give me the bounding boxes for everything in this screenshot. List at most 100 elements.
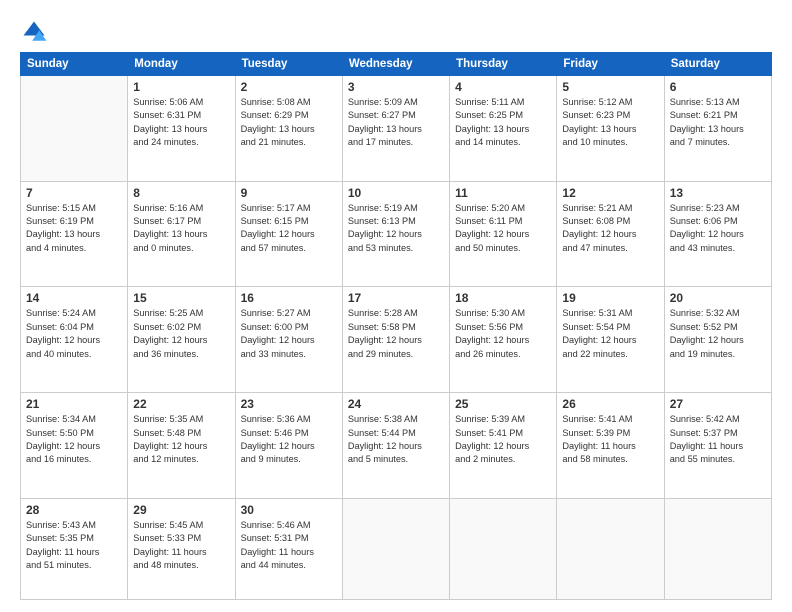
day-number: 28: [26, 503, 122, 517]
day-number: 16: [241, 291, 337, 305]
calendar-cell: 4 Sunrise: 5:11 AM Sunset: 6:25 PM Daylig…: [450, 76, 557, 182]
day-info: Sunrise: 5:25 AM Sunset: 6:02 PM Dayligh…: [133, 307, 229, 360]
col-header-monday: Monday: [128, 53, 235, 76]
day-info: Sunrise: 5:13 AM Sunset: 6:21 PM Dayligh…: [670, 96, 766, 149]
day-info: Sunrise: 5:20 AM Sunset: 6:11 PM Dayligh…: [455, 202, 551, 255]
calendar-cell: 16Sunrise: 5:27 AM Sunset: 6:00 PM Dayli…: [235, 287, 342, 393]
calendar-cell: 3Sunrise: 5:09 AM Sunset: 6:27 PM Daylig…: [342, 76, 449, 182]
calendar-cell: 15 Sunrise: 5:25 AM Sunset: 6:02 PM Dayli…: [128, 287, 235, 393]
day-number: 21: [26, 397, 122, 411]
day-info: Sunrise: 5:16 AM Sunset: 6:17 PM Dayligh…: [133, 202, 229, 255]
day-number: 12: [562, 186, 658, 200]
day-number: 7: [26, 186, 122, 200]
calendar-cell: 10 Sunrise: 5:19 AM Sunset: 6:13 PM Dayli…: [342, 181, 449, 287]
col-header-thursday: Thursday: [450, 53, 557, 76]
day-number: 29: [133, 503, 229, 517]
day-number: 15: [133, 291, 229, 305]
day-info: Sunrise: 5:19 AM Sunset: 6:13 PM Dayligh…: [348, 202, 444, 255]
calendar-cell: 22Sunrise: 5:35 AM Sunset: 5:48 PM Dayli…: [128, 393, 235, 499]
col-header-tuesday: Tuesday: [235, 53, 342, 76]
calendar-cell: 7 Sunrise: 5:15 AM Sunset: 6:19 PM Daylig…: [21, 181, 128, 287]
day-info: Sunrise: 5:43 AM Sunset: 5:35 PM Dayligh…: [26, 519, 122, 572]
calendar-cell: 26Sunrise: 5:41 AM Sunset: 5:39 PM Dayli…: [557, 393, 664, 499]
calendar-cell: 1 Sunrise: 5:06 AM Sunset: 6:31 PM Daylig…: [128, 76, 235, 182]
calendar-cell: [557, 498, 664, 599]
day-number: 8: [133, 186, 229, 200]
day-number: 30: [241, 503, 337, 517]
col-header-saturday: Saturday: [664, 53, 771, 76]
col-header-wednesday: Wednesday: [342, 53, 449, 76]
day-number: 11: [455, 186, 551, 200]
calendar-cell: 5 Sunrise: 5:12 AM Sunset: 6:23 PM Daylig…: [557, 76, 664, 182]
calendar-cell: 21 Sunrise: 5:34 AM Sunset: 5:50 PM Dayli…: [21, 393, 128, 499]
calendar-week-2: 7 Sunrise: 5:15 AM Sunset: 6:19 PM Daylig…: [21, 181, 772, 287]
day-info: Sunrise: 5:34 AM Sunset: 5:50 PM Dayligh…: [26, 413, 122, 466]
day-number: 23: [241, 397, 337, 411]
col-header-friday: Friday: [557, 53, 664, 76]
day-number: 5: [562, 80, 658, 94]
day-info: Sunrise: 5:08 AM Sunset: 6:29 PM Dayligh…: [241, 96, 337, 149]
day-number: 25: [455, 397, 551, 411]
day-info: Sunrise: 5:38 AM Sunset: 5:44 PM Dayligh…: [348, 413, 444, 466]
day-info: Sunrise: 5:12 AM Sunset: 6:23 PM Dayligh…: [562, 96, 658, 149]
calendar-week-1: 1 Sunrise: 5:06 AM Sunset: 6:31 PM Daylig…: [21, 76, 772, 182]
day-number: 20: [670, 291, 766, 305]
calendar-week-5: 28 Sunrise: 5:43 AM Sunset: 5:35 PM Dayli…: [21, 498, 772, 599]
calendar-cell: 29 Sunrise: 5:45 AM Sunset: 5:33 PM Dayli…: [128, 498, 235, 599]
calendar-cell: 24 Sunrise: 5:38 AM Sunset: 5:44 PM Dayli…: [342, 393, 449, 499]
day-info: Sunrise: 5:23 AM Sunset: 6:06 PM Dayligh…: [670, 202, 766, 255]
day-number: 24: [348, 397, 444, 411]
day-info: Sunrise: 5:24 AM Sunset: 6:04 PM Dayligh…: [26, 307, 122, 360]
calendar-cell: 14 Sunrise: 5:24 AM Sunset: 6:04 PM Dayli…: [21, 287, 128, 393]
day-number: 26: [562, 397, 658, 411]
header: [20, 18, 772, 46]
day-info: Sunrise: 5:45 AM Sunset: 5:33 PM Dayligh…: [133, 519, 229, 572]
day-number: 1: [133, 80, 229, 94]
day-info: Sunrise: 5:39 AM Sunset: 5:41 PM Dayligh…: [455, 413, 551, 466]
day-number: 6: [670, 80, 766, 94]
calendar-cell: [450, 498, 557, 599]
day-info: Sunrise: 5:17 AM Sunset: 6:15 PM Dayligh…: [241, 202, 337, 255]
calendar-cell: [342, 498, 449, 599]
day-info: Sunrise: 5:11 AM Sunset: 6:25 PM Dayligh…: [455, 96, 551, 149]
day-number: 14: [26, 291, 122, 305]
day-number: 18: [455, 291, 551, 305]
calendar-week-4: 21 Sunrise: 5:34 AM Sunset: 5:50 PM Dayli…: [21, 393, 772, 499]
col-header-sunday: Sunday: [21, 53, 128, 76]
calendar-cell: 27Sunrise: 5:42 AM Sunset: 5:37 PM Dayli…: [664, 393, 771, 499]
calendar-header-row: SundayMondayTuesdayWednesdayThursdayFrid…: [21, 53, 772, 76]
day-info: Sunrise: 5:15 AM Sunset: 6:19 PM Dayligh…: [26, 202, 122, 255]
day-info: Sunrise: 5:06 AM Sunset: 6:31 PM Dayligh…: [133, 96, 229, 149]
day-number: 19: [562, 291, 658, 305]
day-info: Sunrise: 5:21 AM Sunset: 6:08 PM Dayligh…: [562, 202, 658, 255]
calendar-cell: 20 Sunrise: 5:32 AM Sunset: 5:52 PM Dayli…: [664, 287, 771, 393]
calendar-cell: 12 Sunrise: 5:21 AM Sunset: 6:08 PM Dayli…: [557, 181, 664, 287]
day-info: Sunrise: 5:28 AM Sunset: 5:58 PM Dayligh…: [348, 307, 444, 360]
calendar-cell: 9 Sunrise: 5:17 AM Sunset: 6:15 PM Daylig…: [235, 181, 342, 287]
calendar-week-3: 14 Sunrise: 5:24 AM Sunset: 6:04 PM Dayli…: [21, 287, 772, 393]
calendar-cell: [21, 76, 128, 182]
calendar-cell: [664, 498, 771, 599]
day-info: Sunrise: 5:36 AM Sunset: 5:46 PM Dayligh…: [241, 413, 337, 466]
day-info: Sunrise: 5:09 AM Sunset: 6:27 PM Dayligh…: [348, 96, 444, 149]
day-number: 9: [241, 186, 337, 200]
day-number: 10: [348, 186, 444, 200]
logo-icon: [20, 18, 48, 46]
day-info: Sunrise: 5:32 AM Sunset: 5:52 PM Dayligh…: [670, 307, 766, 360]
page: SundayMondayTuesdayWednesdayThursdayFrid…: [0, 0, 792, 612]
calendar-cell: 17Sunrise: 5:28 AM Sunset: 5:58 PM Dayli…: [342, 287, 449, 393]
day-info: Sunrise: 5:46 AM Sunset: 5:31 PM Dayligh…: [241, 519, 337, 572]
calendar-cell: 19 Sunrise: 5:31 AM Sunset: 5:54 PM Dayli…: [557, 287, 664, 393]
day-number: 27: [670, 397, 766, 411]
logo: [20, 18, 52, 46]
calendar-cell: 8 Sunrise: 5:16 AM Sunset: 6:17 PM Daylig…: [128, 181, 235, 287]
calendar-cell: 2 Sunrise: 5:08 AM Sunset: 6:29 PM Daylig…: [235, 76, 342, 182]
calendar-cell: 23 Sunrise: 5:36 AM Sunset: 5:46 PM Dayli…: [235, 393, 342, 499]
calendar-cell: 11 Sunrise: 5:20 AM Sunset: 6:11 PM Dayli…: [450, 181, 557, 287]
day-number: 2: [241, 80, 337, 94]
day-number: 22: [133, 397, 229, 411]
calendar-table: SundayMondayTuesdayWednesdayThursdayFrid…: [20, 52, 772, 600]
calendar-cell: 18Sunrise: 5:30 AM Sunset: 5:56 PM Dayli…: [450, 287, 557, 393]
day-info: Sunrise: 5:31 AM Sunset: 5:54 PM Dayligh…: [562, 307, 658, 360]
day-number: 4: [455, 80, 551, 94]
